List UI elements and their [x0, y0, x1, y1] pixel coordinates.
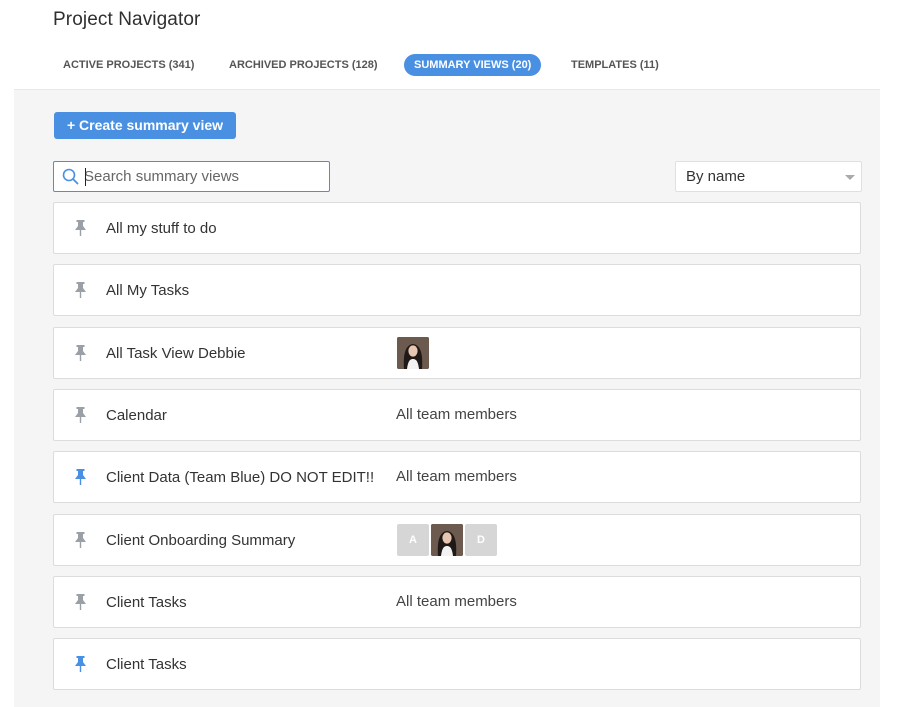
pin-icon[interactable]: [74, 532, 87, 548]
sort-select[interactable]: By name: [675, 161, 862, 192]
list-item[interactable]: Client Data (Team Blue) DO NOT EDIT!! All…: [53, 451, 861, 503]
pin-icon[interactable]: [74, 407, 87, 423]
sort-selected-label: By name: [686, 168, 746, 185]
view-name: Client Data (Team Blue) DO NOT EDIT!!: [106, 469, 375, 486]
tab-templates[interactable]: TEMPLATES (11): [561, 54, 669, 76]
text-cursor: [85, 168, 86, 186]
view-name: All My Tasks: [106, 282, 190, 299]
avatar: [431, 524, 463, 556]
shared-with-label: All team members: [396, 468, 517, 485]
shared-with-label: All team members: [396, 406, 517, 423]
list-item[interactable]: All my stuff to do: [53, 202, 861, 254]
tab-archived-projects[interactable]: ARCHIVED PROJECTS (128): [219, 54, 388, 76]
view-name: All Task View Debbie: [106, 345, 246, 362]
avatar: [397, 337, 429, 369]
tab-summary-views[interactable]: SUMMARY VIEWS (20): [404, 54, 542, 76]
list-item[interactable]: All My Tasks: [53, 264, 861, 316]
pin-icon[interactable]: [74, 282, 87, 298]
search-icon: [62, 168, 79, 185]
chevron-down-icon: [845, 175, 855, 180]
search-input[interactable]: [84, 162, 319, 191]
view-name: Client Tasks: [106, 594, 187, 611]
pin-icon[interactable]: [74, 220, 87, 236]
pin-icon[interactable]: [74, 656, 87, 672]
view-name: Client Tasks: [106, 656, 187, 673]
view-name: All my stuff to do: [106, 220, 217, 237]
avatar: A: [397, 524, 429, 556]
search-box[interactable]: [53, 161, 330, 192]
view-name: Calendar: [106, 407, 167, 424]
list-item[interactable]: Client Tasks All team members: [53, 576, 861, 628]
pin-icon[interactable]: [74, 594, 87, 610]
list-item[interactable]: Client Tasks: [53, 638, 861, 690]
avatar: D: [465, 524, 497, 556]
tab-active-projects[interactable]: ACTIVE PROJECTS (341): [53, 54, 204, 76]
list-item[interactable]: Client Onboarding Summary A D: [53, 514, 861, 566]
pin-icon[interactable]: [74, 345, 87, 361]
pin-icon[interactable]: [74, 469, 87, 485]
summary-views-panel: + Create summary view By name All my stu…: [14, 89, 880, 707]
list-item[interactable]: All Task View Debbie: [53, 327, 861, 379]
create-summary-view-button[interactable]: + Create summary view: [54, 112, 236, 139]
page-title: Project Navigator: [53, 9, 201, 30]
shared-with-label: All team members: [396, 593, 517, 610]
view-name: Client Onboarding Summary: [106, 532, 296, 549]
list-item[interactable]: Calendar All team members: [53, 389, 861, 441]
